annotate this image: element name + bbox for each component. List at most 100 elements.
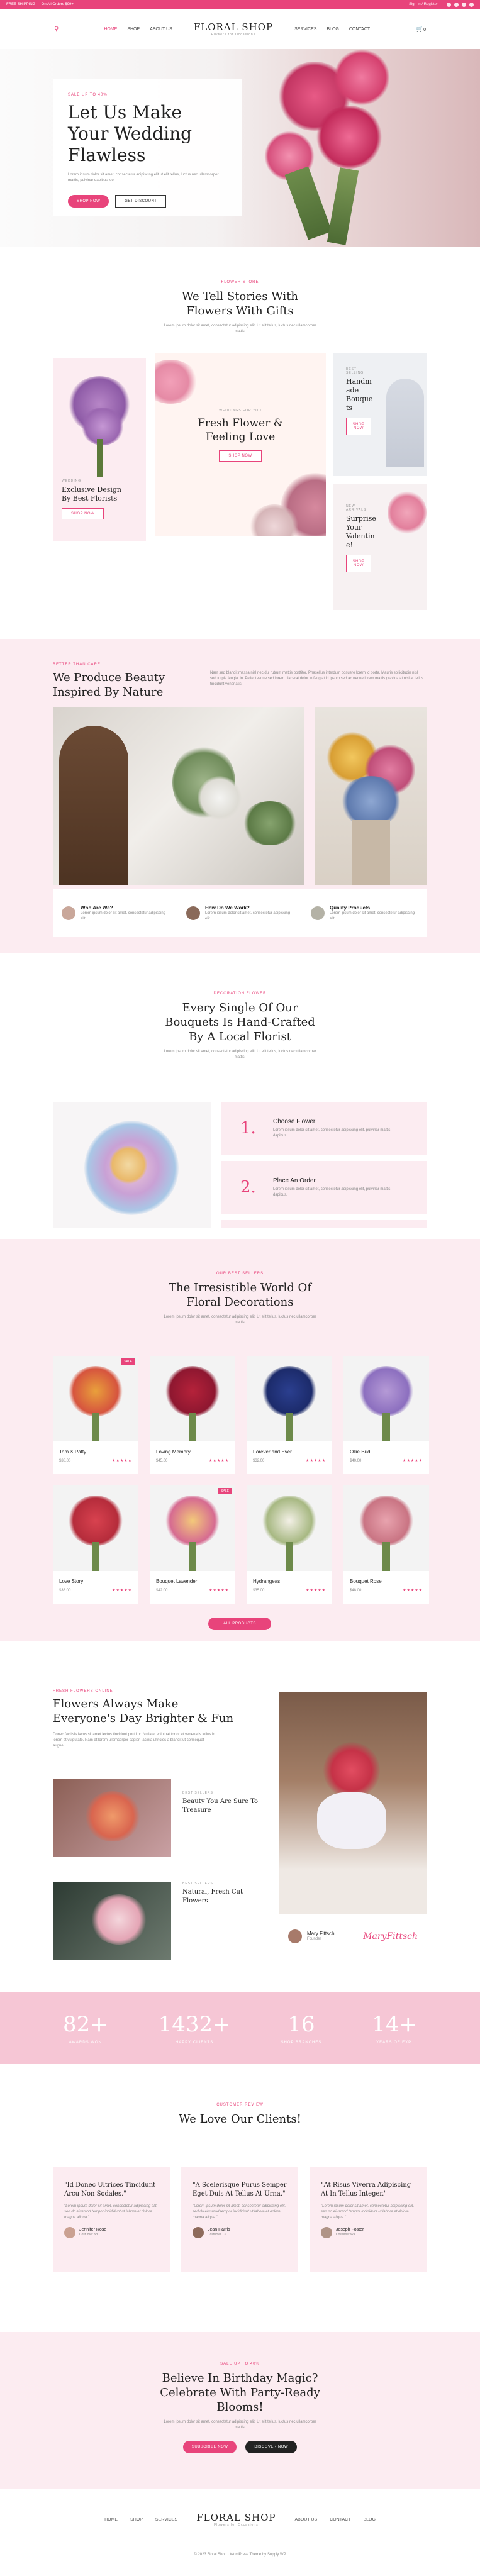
step-number: 2.: [240, 1178, 256, 1197]
feature-text: Lorem ipsum dolor sit amet, consectetur …: [330, 911, 415, 921]
testimonial-quote: "A Scelerisque Purus Semper Eget Duis At…: [193, 2182, 287, 2197]
main-nav: ⚲ HOME SHOP ABOUT US FLORAL SHOP Flowers…: [0, 9, 480, 49]
brighter-text: Donec facilisis lacus sit amet lectus ti…: [53, 1733, 215, 1748]
story-card-3-label: BEST SELLING: [346, 367, 364, 375]
beauty-image-right: [315, 707, 427, 885]
product-price: $38.00: [59, 1589, 71, 1592]
facebook-icon[interactable]: [447, 2, 451, 7]
product-name[interactable]: Tom & Patty: [59, 1449, 86, 1455]
cart-icon[interactable]: 🛒0: [416, 26, 426, 33]
product-card[interactable]: Bouquet Rose $48.00 ★★★★★: [343, 1485, 429, 1604]
hero-eyebrow: SALE UP TO 40%: [68, 93, 108, 97]
product-image[interactable]: [247, 1485, 332, 1571]
twitter-icon[interactable]: [454, 2, 459, 7]
product-image[interactable]: [343, 1485, 429, 1571]
product-image[interactable]: [343, 1356, 429, 1441]
hero-shop-button[interactable]: SHOP NOW: [68, 195, 109, 208]
story-card-1-button[interactable]: SHOP NOW: [62, 508, 104, 519]
stories-header: FLOWER STORE We Tell Stories With Flower…: [0, 280, 480, 335]
product-card[interactable]: Forever and Ever $32.00 ★★★★★: [247, 1356, 332, 1474]
footer-link-about[interactable]: ABOUT US: [294, 2518, 317, 2522]
product-card[interactable]: SALE Bouquet Lavender $42.00 ★★★★★: [150, 1485, 235, 1604]
testimonial-text: "Lorem ipsum dolor sit amet, consectetur…: [64, 2204, 158, 2219]
product-name[interactable]: Bouquet Rose: [350, 1579, 382, 1584]
product-price: $32.00: [253, 1459, 265, 1463]
step-item: 1. Choose Flower Lorem ipsum dolor sit a…: [221, 1102, 427, 1155]
nav-home[interactable]: HOME: [104, 27, 117, 31]
testimonial-text: "Lorem ipsum dolor sit amet, consectetur…: [321, 2204, 415, 2219]
nav-shop[interactable]: SHOP: [127, 27, 140, 31]
product-name[interactable]: Ollie Bud: [350, 1449, 370, 1455]
product-price: $38.00: [59, 1459, 71, 1463]
product-name[interactable]: Bouquet Lavender: [156, 1579, 197, 1584]
footer: HOME SHOP SERVICES FLORAL SHOP Flowers f…: [0, 2489, 480, 2576]
instagram-icon[interactable]: [462, 2, 466, 7]
footer-link-blog[interactable]: BLOG: [363, 2518, 375, 2522]
product-card[interactable]: Ollie Bud $40.00 ★★★★★: [343, 1356, 429, 1474]
nav-about[interactable]: ABOUT US: [150, 27, 172, 31]
product-image[interactable]: [150, 1485, 235, 1571]
footer-link-services[interactable]: SERVICES: [155, 2518, 177, 2522]
site-logo[interactable]: FLORAL SHOP Flowers for Occasions: [194, 21, 273, 36]
feature-item: Quality Products Lorem ipsum dolor sit am…: [311, 905, 418, 922]
all-products-button[interactable]: ALL PRODUCTS: [208, 1618, 271, 1630]
hero-discount-button[interactable]: GET DISCOUNT: [115, 195, 167, 208]
youtube-icon[interactable]: [469, 2, 474, 7]
product-card[interactable]: Love Story $38.00 ★★★★★: [53, 1485, 138, 1604]
testimonial-role: Costumer NY: [79, 2233, 99, 2236]
nav-contact[interactable]: CONTACT: [349, 27, 370, 31]
search-icon[interactable]: ⚲: [54, 26, 59, 33]
product-image[interactable]: [247, 1356, 332, 1441]
step-number: 1.: [240, 1119, 256, 1138]
product-card[interactable]: Hydrangeas $35.00 ★★★★★: [247, 1485, 332, 1604]
stat-label: AWARDS WON: [69, 2041, 102, 2045]
story-card-1: WEDDING Exclusive Design By Best Florist…: [53, 358, 146, 541]
stat-item: 14+ YEARS OF EXP.: [372, 2012, 417, 2045]
product-name[interactable]: Hydrangeas: [253, 1579, 280, 1584]
founder-signature: MaryFittsch: [363, 1931, 418, 1941]
rating-stars-icon: ★★★★★: [403, 1589, 423, 1592]
story-card-4-title: Surprise Your Valentin e!: [346, 514, 376, 549]
product-image[interactable]: [53, 1485, 138, 1571]
handcraft-eyebrow: DECORATION FLOWER: [213, 992, 267, 996]
nav-services[interactable]: SERVICES: [294, 27, 316, 31]
testimonial-role: Costumer TX: [208, 2233, 226, 2236]
discover-button[interactable]: DISCOVER NOW: [245, 2441, 298, 2453]
footer-link-shop[interactable]: SHOP: [130, 2518, 143, 2522]
product-price: $48.00: [350, 1589, 362, 1592]
footer-logo-subtext: Flowers for Occasions: [214, 2523, 259, 2527]
shipping-text: FREE SHIPPING — On All Orders $99+: [6, 3, 74, 6]
subscribe-button[interactable]: SUBSCRIBE NOW: [182, 2441, 237, 2453]
product-card[interactable]: Loving Memory $45.00 ★★★★★: [150, 1356, 235, 1474]
stat-value: 14+: [372, 2012, 418, 2037]
feature-avatar-icon: [311, 906, 325, 920]
story-card-3-button[interactable]: SHOP NOW: [346, 418, 371, 435]
feature-text: Lorem ipsum dolor sit amet, consectetur …: [205, 911, 291, 921]
product-name[interactable]: Forever and Ever: [253, 1449, 292, 1455]
products-text: Lorem ipsum dolor sit amet, consectetur …: [164, 1315, 316, 1324]
footer-link-home[interactable]: HOME: [104, 2518, 118, 2522]
product-image[interactable]: [150, 1356, 235, 1441]
product-card[interactable]: SALE Tom & Patty $38.00 ★★★★★: [53, 1356, 138, 1474]
testimonial-card: "At Risus Viverra Adipiscing At In Tellu…: [310, 2167, 427, 2272]
footer-logo[interactable]: FLORAL SHOP Flowers for Occasions: [196, 2512, 276, 2527]
stat-value: 16: [287, 2012, 315, 2037]
feature-title: Quality Products: [330, 904, 371, 911]
stat-label: YEARS OF EXP.: [376, 2041, 413, 2045]
footer-link-contact[interactable]: CONTACT: [330, 2518, 350, 2522]
cta-eyebrow: SALE UP TO 40%: [220, 2362, 260, 2366]
brighter-eyebrow: FRESH FLOWERS ONLINE: [53, 1689, 113, 1693]
testimonial-role: Costumer WA: [336, 2233, 355, 2236]
product-name[interactable]: Loving Memory: [156, 1449, 191, 1455]
feature-text: Lorem ipsum dolor sit amet, consectetur …: [81, 911, 166, 921]
product-name[interactable]: Love Story: [59, 1579, 83, 1584]
testimonial-name: Jennifer Rose: [79, 2228, 107, 2232]
rating-stars-icon: ★★★★★: [306, 1459, 326, 1463]
product-image[interactable]: [53, 1356, 138, 1441]
story-card-2-button[interactable]: SHOP NOW: [219, 450, 262, 462]
beauty-text: Nam sed blandit massa nisl nec dui rutru…: [210, 671, 424, 686]
story-card-4-button[interactable]: SHOP NOW: [346, 555, 371, 572]
signin-link[interactable]: Sign In / Register: [409, 3, 438, 6]
nav-blog[interactable]: BLOG: [327, 27, 338, 31]
rating-stars-icon: ★★★★★: [209, 1589, 229, 1592]
